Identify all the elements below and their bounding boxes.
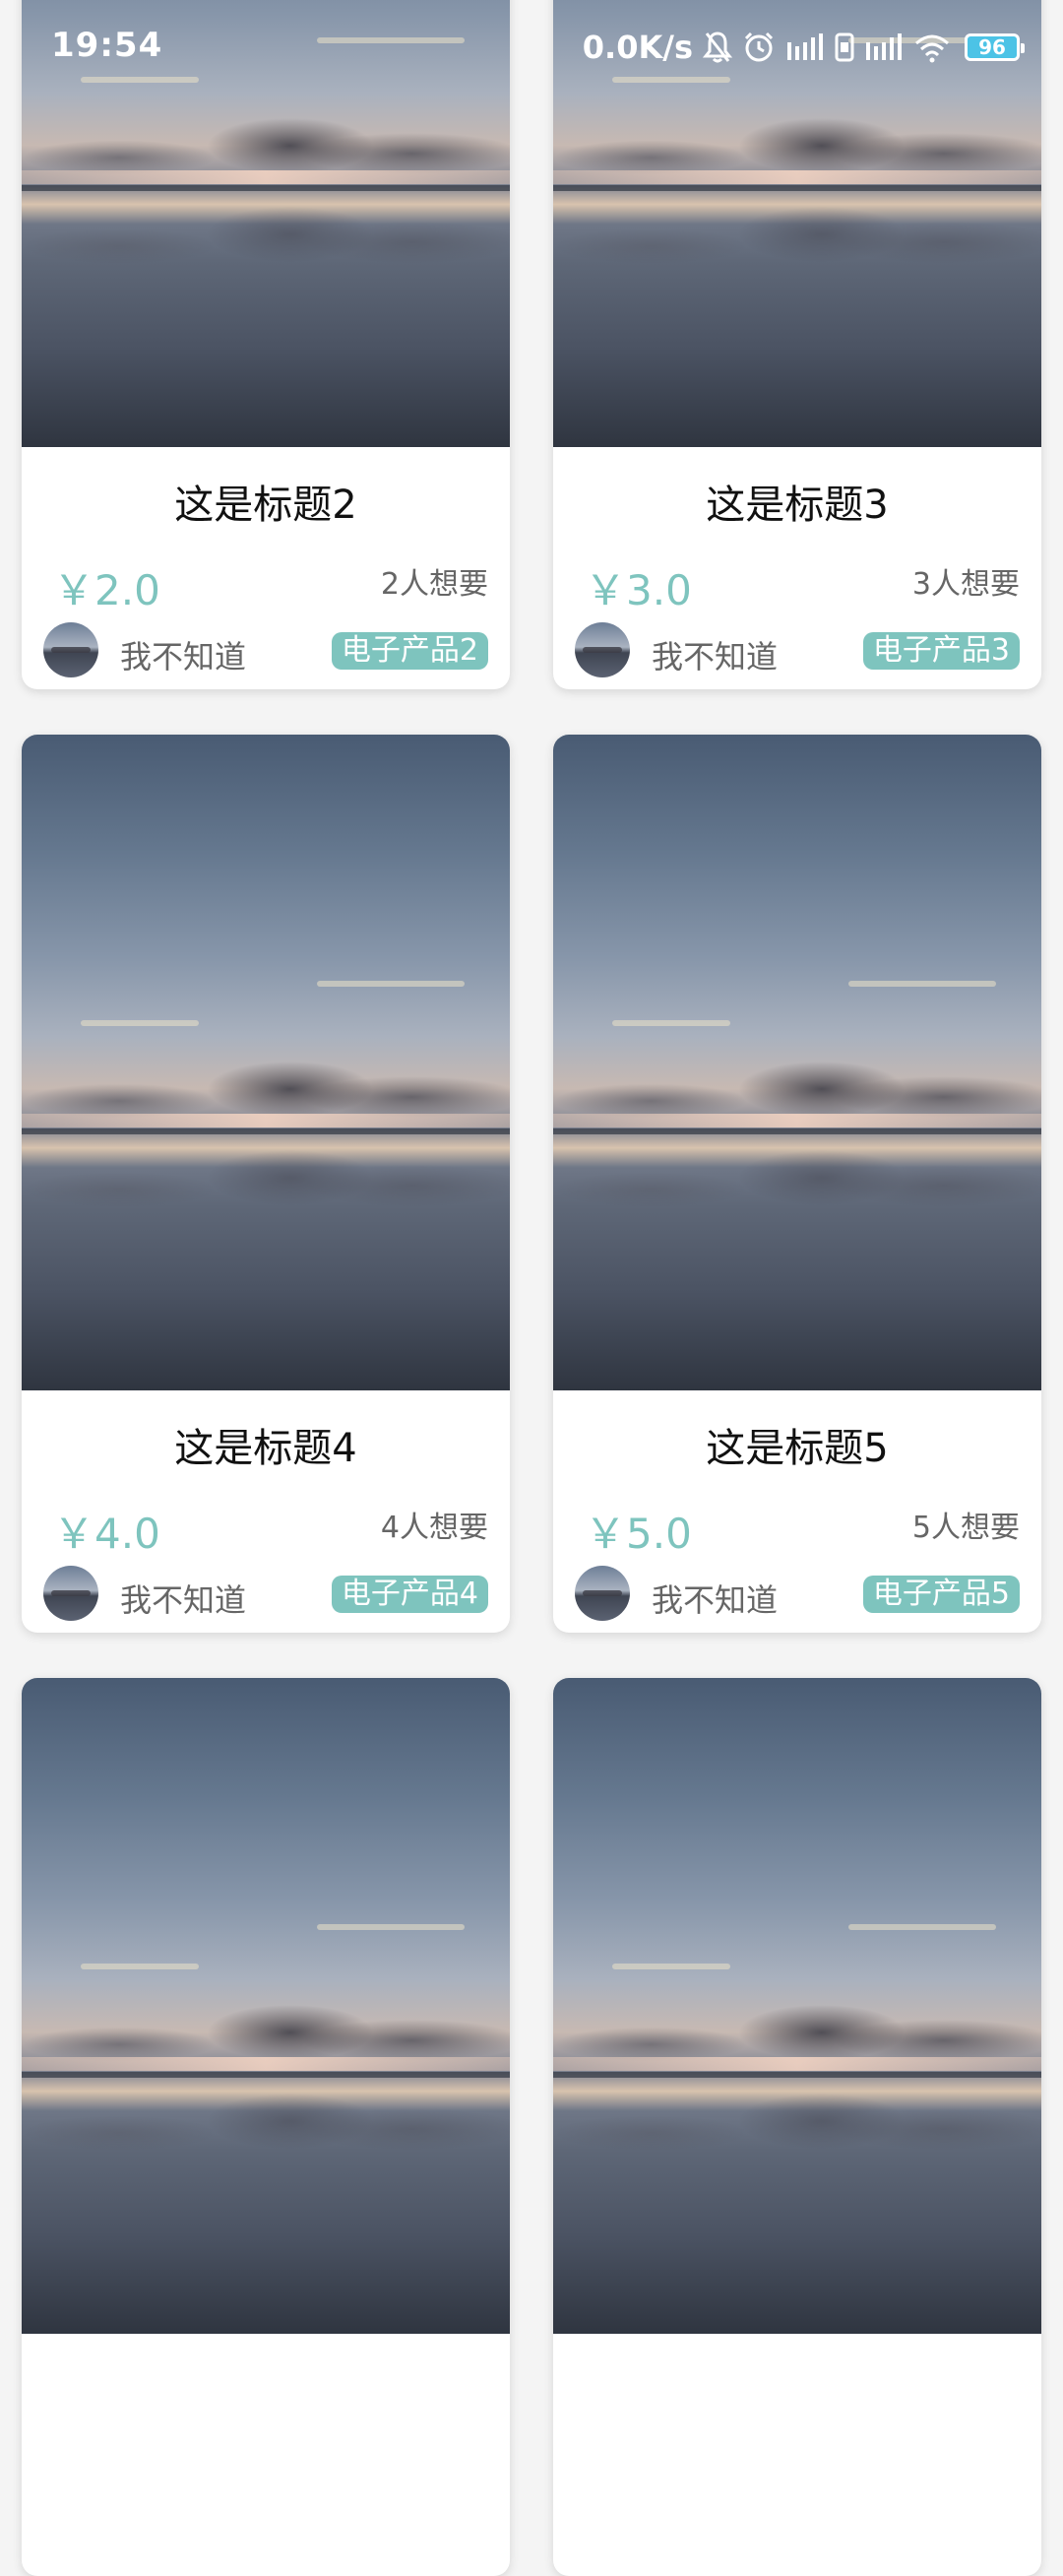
product-price: ￥5.0 [585,1510,692,1558]
want-count: 3人想要 [911,567,1020,602]
want-count: 5人想要 [911,1511,1020,1545]
product-price: ￥3.0 [585,566,692,614]
category-tag: 电子产品2 [331,632,488,670]
sim-icon [835,32,854,62]
network-speed: 0.0K/s [582,29,693,66]
mute-bell-icon [703,31,732,64]
category-tag: 电子产品3 [862,632,1020,670]
product-card[interactable]: 这是标题5 ￥5.0 5人想要 我不知道 电子产品5 [553,735,1041,1633]
avatar[interactable] [575,622,630,677]
seller-name: 我不知道 [120,1581,247,1619]
product-title: 这是标题2 [174,483,357,528]
product-title: 这是标题4 [174,1426,357,1471]
alarm-icon [742,31,776,64]
signal-icon [785,32,825,62]
avatar[interactable] [575,1566,630,1621]
seller-name: 我不知道 [120,638,247,676]
product-card[interactable]: 这是标题4 ￥4.0 4人想要 我不知道 电子产品4 [22,735,510,1633]
category-tag: 电子产品4 [331,1576,488,1613]
product-price: ￥4.0 [53,1510,160,1558]
want-count: 2人想要 [380,567,488,602]
product-title: 这是标题5 [706,1426,889,1471]
product-info [22,2334,510,2576]
product-card[interactable]: 这是标题3 ￥3.0 3人想要 我不知道 电子产品3 [553,0,1041,689]
product-card[interactable] [553,1678,1041,2576]
avatar[interactable] [43,622,98,677]
category-tag: 电子产品5 [862,1576,1020,1613]
product-card[interactable]: 这是标题2 ￥2.0 2人想要 我不知道 电子产品2 [22,0,510,689]
product-grid[interactable]: 这是标题2 ￥2.0 2人想要 我不知道 电子产品2 这是标题3 ￥3.0 3人… [0,0,1063,2576]
want-count: 4人想要 [380,1511,488,1545]
status-time: 19:54 [51,26,163,65]
product-info [553,2334,1041,2576]
product-image[interactable] [553,735,1041,1390]
seller-name: 我不知道 [652,638,779,676]
product-info: 这是标题4 ￥4.0 4人想要 我不知道 电子产品4 [22,1390,510,1633]
status-icons: 0.0K/s 96 [582,26,1025,69]
product-info: 这是标题2 ￥2.0 2人想要 我不知道 电子产品2 [22,447,510,689]
product-image[interactable] [22,1678,510,2334]
product-info: 这是标题5 ￥5.0 5人想要 我不知道 电子产品5 [553,1390,1041,1633]
product-price: ￥2.0 [53,566,160,614]
product-title: 这是标题3 [706,483,889,528]
product-info: 这是标题3 ￥3.0 3人想要 我不知道 电子产品3 [553,447,1041,689]
battery-icon: 96 [965,33,1025,61]
product-card[interactable] [22,1678,510,2576]
avatar[interactable] [43,1566,98,1621]
seller-name: 我不知道 [652,1581,779,1619]
wifi-icon [913,32,951,63]
product-image[interactable] [22,735,510,1390]
status-bar: 19:54 0.0K/s 96 [0,0,1063,95]
product-image[interactable] [553,1678,1041,2334]
signal-icon-2 [864,32,904,62]
